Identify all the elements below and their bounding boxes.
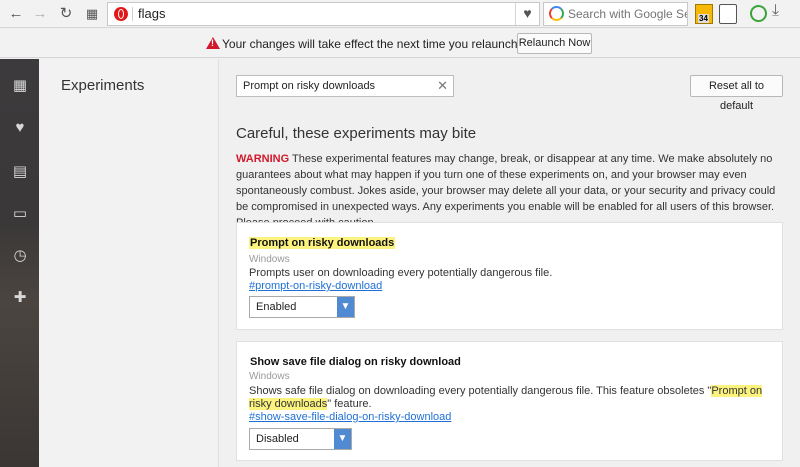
experiment-description: Prompts user on downloading every potent… xyxy=(249,267,553,279)
relaunch-now-button[interactable]: Relaunch Now xyxy=(517,33,592,54)
browser-toolbar: ← → ↻ ▦ flags ♥ Search with Google Se 34… xyxy=(0,0,800,28)
relaunch-infobar: Your changes will take effect the next t… xyxy=(0,29,800,58)
forward-arrow-icon[interactable]: → xyxy=(30,4,50,24)
extension-badge-count: 34 xyxy=(698,14,709,23)
experiment-select[interactable]: Enabled ▼ xyxy=(249,296,355,318)
bookmark-heart-icon[interactable]: ♥ xyxy=(515,3,539,25)
warning-icon xyxy=(206,37,220,49)
history-clock-icon[interactable]: ◷ xyxy=(10,247,30,265)
warning-text: These experimental features may change, … xyxy=(236,153,776,229)
news-icon[interactable]: ▤ xyxy=(10,163,30,181)
experiment-select[interactable]: Disabled ▼ xyxy=(249,428,352,450)
main-content: Prompt on risky downloads ✕ Reset all to… xyxy=(220,59,800,467)
description-post: " feature. xyxy=(327,398,372,410)
select-value: Disabled xyxy=(256,433,299,445)
reset-all-button[interactable]: Reset all to default xyxy=(690,75,783,112)
opera-logo-icon xyxy=(114,7,128,21)
search-input[interactable]: Search with Google Se xyxy=(543,2,688,26)
extensions-puzzle-icon[interactable]: ✚ xyxy=(10,289,30,307)
experiments-nav: Experiments xyxy=(39,59,219,467)
tabs-devices-icon[interactable]: ▭ xyxy=(10,205,30,223)
url-separator xyxy=(132,7,133,21)
chevron-down-icon[interactable]: ▼ xyxy=(334,429,351,449)
search-experiments-input[interactable]: Prompt on risky downloads ✕ xyxy=(236,75,454,97)
experiment-description: Shows safe file dialog on downloading ev… xyxy=(249,385,769,411)
extension-badge-icon[interactable]: 34 xyxy=(695,4,713,24)
download-icon[interactable]: ⤓ xyxy=(772,2,790,22)
sidebar: ▦ ♥ ▤ ▭ ◷ ✚ xyxy=(0,59,39,467)
clear-search-icon[interactable]: ✕ xyxy=(437,78,448,94)
extension-power-icon[interactable] xyxy=(750,5,767,22)
search-placeholder: Search with Google Se xyxy=(568,7,688,21)
speed-dial-icon[interactable]: ▦ xyxy=(10,77,30,95)
url-text[interactable]: flags xyxy=(138,6,165,21)
experiment-platform: Windows xyxy=(249,254,290,265)
google-icon xyxy=(549,6,564,21)
experiment-link[interactable]: #prompt-on-risky-download xyxy=(249,280,382,292)
chevron-down-icon[interactable]: ▼ xyxy=(337,297,354,317)
select-value: Enabled xyxy=(256,301,297,313)
experiment-card: Show save file dialog on risky download … xyxy=(236,341,783,461)
page-title: Experiments xyxy=(61,77,145,94)
grid-icon[interactable]: ▦ xyxy=(82,4,102,24)
warning-label: WARNING xyxy=(236,153,290,165)
bookmarks-heart-icon[interactable]: ♥ xyxy=(10,119,30,137)
address-bar[interactable]: flags ♥ xyxy=(107,2,540,26)
back-arrow-icon[interactable]: ← xyxy=(6,4,26,24)
infobar-message: Your changes will take effect the next t… xyxy=(222,37,558,51)
experiment-platform: Windows xyxy=(249,371,290,382)
experiment-title: Show save file dialog on risky download xyxy=(250,356,461,368)
search-experiments-value[interactable]: Prompt on risky downloads xyxy=(243,80,375,92)
experiment-card: Prompt on risky downloads Windows Prompt… xyxy=(236,222,783,330)
experiment-title: Prompt on risky downloads xyxy=(249,237,396,249)
reload-icon[interactable]: ↻ xyxy=(56,4,76,24)
extension-device-icon[interactable] xyxy=(719,4,737,24)
section-heading: Careful, these experiments may bite xyxy=(236,125,477,142)
warning-paragraph: WARNING These experimental features may … xyxy=(236,151,786,231)
description-pre: Shows safe file dialog on downloading ev… xyxy=(249,385,712,397)
experiment-link[interactable]: #show-save-file-dialog-on-risky-download xyxy=(249,411,451,423)
